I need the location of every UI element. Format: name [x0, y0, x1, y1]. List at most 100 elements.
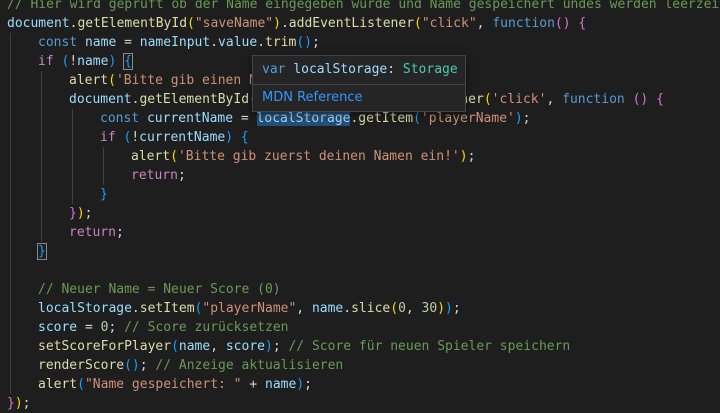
code-token: return: [131, 168, 178, 183]
code-token: }: [7, 396, 15, 411]
code-token: ,: [210, 339, 226, 354]
code-line[interactable]: // Neuer Name = Neuer Score (0): [0, 280, 720, 299]
code-token: alert: [131, 149, 171, 164]
code-token: ,: [546, 92, 563, 107]
code-token: // Hier wird geprüft ob der Name eingege…: [7, 0, 720, 12]
code-line[interactable]: setScoreForPlayer(name, score); // Score…: [0, 337, 720, 356]
code-token: ): [459, 149, 468, 164]
code-token: .: [280, 16, 289, 31]
hover-type: Storage: [402, 62, 458, 77]
code-token: return: [69, 225, 116, 240]
code-editor[interactable]: // Hier wird geprüft ob der Name eingege…: [0, 0, 720, 412]
code-token: }: [37, 243, 47, 260]
code-line[interactable]: document.getElementById("saveName").addE…: [0, 14, 720, 33]
code-token: ): [514, 111, 523, 126]
code-token: // Score für neuen Spieler speichern: [288, 339, 571, 354]
code-token: !: [131, 130, 140, 145]
code-line[interactable]: alert("Name gespeichert: " + name);: [0, 375, 720, 394]
code-line[interactable]: [0, 261, 720, 280]
hover-keyword: var: [262, 62, 286, 77]
code-token: "click": [421, 16, 477, 31]
code-token: setItem: [139, 301, 195, 316]
hover-separator: :: [387, 62, 396, 77]
hover-signature: var localStorage: Storage: [262, 60, 458, 79]
code-token: function: [492, 16, 555, 31]
code-token: (: [170, 149, 178, 164]
code-token: 'click': [491, 92, 547, 107]
code-token: 0: [398, 301, 406, 316]
code-token: "Name gespeichert: ": [84, 377, 242, 392]
code-token: name: [265, 377, 297, 392]
code-token: localStorage: [256, 111, 351, 126]
code-token: name: [311, 301, 344, 316]
code-line[interactable]: if (!currentName) {: [0, 128, 720, 147]
code-token: {: [240, 130, 249, 145]
code-token: ;: [177, 168, 186, 183]
code-token: document: [69, 92, 132, 107]
code-token: ;: [139, 358, 156, 373]
code-token: alert: [38, 377, 78, 392]
code-token: alert: [69, 73, 109, 88]
code-line[interactable]: localStorage.setItem("playerName", name.…: [0, 299, 720, 318]
hover-divider: [253, 84, 465, 85]
code-line[interactable]: return;: [0, 166, 720, 185]
code-line[interactable]: }: [0, 185, 720, 204]
code-token: ): [296, 377, 305, 392]
code-token: (: [108, 73, 116, 88]
code-token: ): [76, 206, 85, 221]
code-token: ;: [311, 35, 320, 50]
code-token: // Neuer Name = Neuer Score (0): [38, 282, 281, 297]
code-token: name: [84, 35, 117, 50]
code-token: ,: [476, 16, 493, 31]
mdn-reference-link[interactable]: MDN Reference: [262, 88, 363, 107]
code-token: (: [483, 92, 492, 107]
code-line[interactable]: }: [0, 242, 720, 261]
code-token: (: [187, 16, 195, 31]
code-token: currentName: [146, 111, 234, 126]
code-token: {: [123, 53, 133, 70]
code-token: score: [38, 320, 78, 335]
code-token: localStorage: [38, 301, 132, 316]
code-token: trim: [265, 35, 297, 50]
code-token: 'Bitte gib zuerst deinen Namen ein!': [177, 149, 460, 164]
code-line[interactable]: // Hier wird geprüft ob der Name eingege…: [0, 0, 720, 14]
code-token: "saveName": [194, 16, 274, 31]
code-token: ,: [405, 301, 422, 316]
code-line[interactable]: alert('Bitte gib zuerst deinen Namen ein…: [0, 147, 720, 166]
code-token: =: [77, 320, 101, 335]
code-token: !: [69, 54, 78, 69]
code-line[interactable]: score = 0; // Score zurücksetzen: [0, 318, 720, 337]
code-token: getElementById: [77, 16, 188, 31]
code-token: 30: [421, 301, 438, 316]
code-token: ): [273, 16, 281, 31]
code-token: ;: [84, 206, 93, 221]
code-token: +: [241, 377, 265, 392]
code-token: setScoreForPlayer: [38, 339, 172, 354]
code-token: (: [390, 301, 399, 316]
code-token: ): [265, 339, 273, 354]
code-line[interactable]: });: [0, 394, 720, 413]
code-token: (: [77, 377, 85, 392]
code-token: ;: [522, 111, 531, 126]
code-token: ;: [452, 301, 461, 316]
code-token: (: [413, 111, 421, 126]
hover-identifier: localStorage: [293, 62, 388, 77]
code-token: name: [77, 54, 109, 69]
code-token: ;: [115, 225, 124, 240]
code-token: ;: [108, 320, 125, 335]
code-token: (): [296, 35, 312, 50]
code-token: {: [578, 16, 587, 31]
code-line[interactable]: renderScore(); // Anzeige aktualisieren: [0, 356, 720, 375]
code-token: =: [116, 35, 140, 50]
code-line[interactable]: });: [0, 204, 720, 223]
code-token: ,: [296, 301, 312, 316]
code-token: addEventListener: [288, 16, 415, 31]
code-token: 'playerName': [420, 111, 515, 126]
code-token: getElementById: [139, 92, 250, 107]
code-line[interactable]: return;: [0, 223, 720, 242]
code-token: .: [210, 35, 219, 50]
code-line[interactable]: const name = nameInput.value.trim();: [0, 33, 720, 52]
